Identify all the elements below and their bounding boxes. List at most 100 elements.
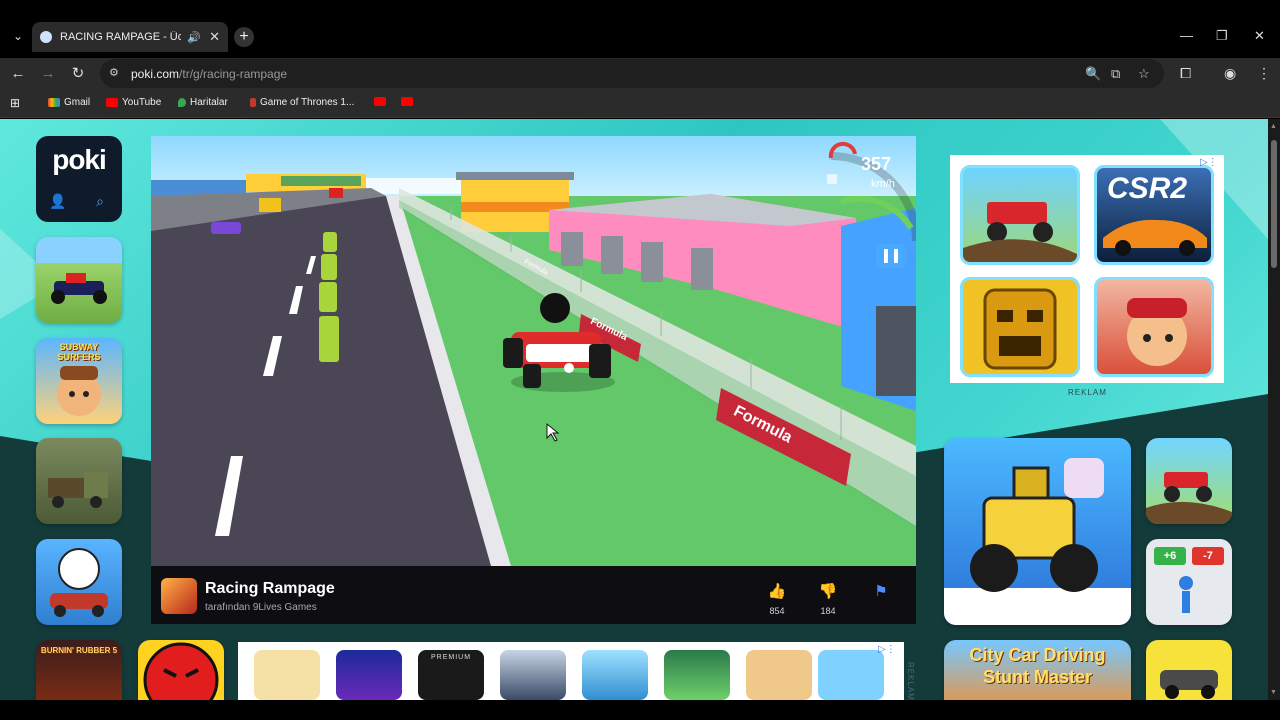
- game-thumb-monster-truck[interactable]: [944, 438, 1131, 625]
- strip-ad-tile-2[interactable]: [336, 650, 402, 700]
- new-tab-button[interactable]: +: [234, 27, 254, 47]
- strip-ad-tile-4[interactable]: [500, 650, 566, 700]
- game-thumb-subway-surfers[interactable]: SUBWAY SURFERS: [36, 338, 122, 424]
- active-tab[interactable]: RACING RAMPAGE - Ücretsiz 🔊 ✕: [32, 22, 228, 52]
- like-button[interactable]: 👍: [765, 582, 789, 602]
- maps-pin-icon: [178, 98, 186, 107]
- thumb-caption: City Car Driving Stunt Master: [969, 645, 1106, 687]
- bookmark-got[interactable]: Game of Thrones 1...: [250, 97, 354, 108]
- window-close-icon[interactable]: ✕: [1254, 28, 1265, 44]
- bookmark-gmail[interactable]: Gmail: [48, 97, 90, 108]
- minus-badge: -7: [1192, 547, 1224, 565]
- ad-hill-climb[interactable]: [960, 165, 1080, 265]
- search-icon[interactable]: ⌕: [85, 188, 115, 214]
- got-icon: [250, 98, 256, 107]
- dislike-count: 184: [820, 606, 836, 616]
- like-count: 854: [769, 606, 785, 616]
- game-thumb-rocket-soccer[interactable]: [36, 539, 122, 625]
- bookmark-youtube-3[interactable]: [401, 97, 417, 106]
- speed-unit: km/h: [871, 178, 895, 190]
- url-text: poki.com/tr/g/racing-rampage: [131, 67, 288, 81]
- game-thumb-city-car[interactable]: City Car Driving Stunt Master: [944, 640, 1131, 700]
- strip-ad-tile-8[interactable]: [818, 650, 884, 700]
- strip-ad-label: REKLAM: [906, 662, 915, 701]
- back-icon[interactable]: ←: [8, 64, 28, 84]
- gmail-icon: [48, 98, 60, 107]
- game-thumb-hill-climb[interactable]: [1146, 438, 1232, 524]
- tab-title: RACING RAMPAGE - Ücretsiz: [60, 31, 182, 43]
- strip-ad-tile-3[interactable]: PREMIUM: [418, 650, 484, 700]
- game-canvas[interactable]: 357 km/h Formula Formula Formula: [151, 136, 916, 566]
- poki-logo[interactable]: poki: [36, 144, 122, 176]
- ad-subway-surfers[interactable]: [1094, 277, 1214, 377]
- menu-dots-icon[interactable]: ⋮: [1257, 65, 1271, 82]
- minimize-icon[interactable]: —: [1180, 28, 1193, 43]
- extensions-icon[interactable]: ⧠: [1180, 65, 1191, 82]
- tab-strip: ⌄ RACING RAMPAGE - Ücretsiz 🔊 ✕ + — ❐ ✕: [0, 0, 1280, 60]
- thumb-caption: BURNIN' RUBBER 5: [40, 646, 118, 655]
- report-flag-icon[interactable]: ⚑: [869, 582, 893, 602]
- address-bar[interactable]: ⚙ poki.com/tr/g/racing-rampage 🔍 ⧉ ☆: [100, 59, 1164, 88]
- pause-button[interactable]: [876, 244, 906, 268]
- car-icon: [1160, 670, 1218, 699]
- premium-label: PREMIUM: [430, 654, 472, 661]
- game-thumb-count-masters[interactable]: +6 -7: [1146, 539, 1232, 625]
- thumb-caption: SUBWAY SURFERS: [57, 342, 101, 362]
- truck-icon: [48, 472, 108, 508]
- restore-icon[interactable]: ❐: [1216, 28, 1228, 44]
- audio-playing-icon[interactable]: 🔊: [187, 31, 201, 44]
- game-thumb-burnin-rubber[interactable]: BURNIN' RUBBER 5: [36, 640, 122, 700]
- game-thumb-f1[interactable]: [36, 237, 122, 323]
- speed-value: 357: [861, 154, 892, 174]
- ad-csr2[interactable]: CSR2: [1094, 165, 1214, 265]
- f1-car-icon: [51, 273, 107, 304]
- forward-icon[interactable]: →: [38, 64, 58, 84]
- reload-icon[interactable]: ↻: [68, 64, 88, 84]
- scroll-down-icon[interactable]: ▼: [1270, 689, 1277, 696]
- bookmark-maps[interactable]: Haritalar: [178, 97, 228, 108]
- user-icon[interactable]: 👤: [43, 188, 73, 214]
- ad-panel[interactable]: CSR2 ▷⋮: [950, 155, 1224, 383]
- youtube-icon: [374, 97, 386, 106]
- bookmark-youtube[interactable]: YouTube: [106, 97, 161, 108]
- game-author[interactable]: tarafından 9Lives Games: [205, 602, 317, 613]
- strip-ad-tile-7[interactable]: [746, 650, 812, 700]
- site-info-icon[interactable]: ⚙: [109, 66, 123, 80]
- bookmark-youtube-2[interactable]: [374, 97, 390, 106]
- youtube-icon: [106, 98, 118, 107]
- bottom-ad-strip[interactable]: PREMIUM ▷⋮ REKLAM: [238, 642, 915, 701]
- red-ball-icon: [143, 642, 219, 700]
- dislike-button[interactable]: 👎: [816, 582, 840, 602]
- strip-ad-tile-1[interactable]: [254, 650, 320, 700]
- ad-choices-icon[interactable]: ▷⋮: [1200, 157, 1218, 168]
- zoom-icon[interactable]: 🔍: [1085, 66, 1101, 82]
- install-app-icon[interactable]: ⧉: [1111, 66, 1120, 82]
- window-bottom-edge: [0, 700, 1280, 720]
- game-icon: [161, 578, 197, 614]
- poki-logo-card: poki 👤 ⌕: [36, 136, 122, 222]
- ad-choices-icon[interactable]: ▷⋮: [878, 644, 896, 655]
- profile-icon[interactable]: ◉: [1224, 65, 1236, 82]
- jeep-icon: [963, 202, 1077, 262]
- game-thumb-cargo-truck[interactable]: [36, 438, 122, 524]
- plus-badge: +6: [1154, 547, 1186, 565]
- tab-close-icon[interactable]: ✕: [209, 29, 220, 45]
- ad-temple-run[interactable]: [960, 277, 1080, 377]
- browser-toolbar: ← → ↻ ⚙ poki.com/tr/g/racing-rampage 🔍 ⧉…: [0, 58, 1280, 90]
- game-thumb-car-yellow[interactable]: [1146, 640, 1232, 700]
- scroll-up-icon[interactable]: ▲: [1270, 123, 1277, 130]
- monster-truck-icon: [944, 458, 1131, 625]
- bookmarks-bar: ⊞ Gmail YouTube Haritalar Game of Throne…: [0, 90, 1280, 118]
- car-indicator-icon: [827, 174, 837, 184]
- tab-search-chevron-icon[interactable]: ⌄: [8, 26, 28, 46]
- bookmark-star-icon[interactable]: ☆: [1138, 66, 1150, 82]
- csr2-logo: CSR2: [1107, 172, 1188, 205]
- strip-ad-tile-6[interactable]: [664, 650, 730, 700]
- jeep-icon: [1146, 472, 1232, 524]
- apps-grid-icon[interactable]: ⊞: [10, 96, 20, 110]
- game-thumb-red-ball[interactable]: [138, 640, 224, 700]
- scrollbar-thumb[interactable]: [1271, 140, 1277, 268]
- strip-ad-tile-5[interactable]: [582, 650, 648, 700]
- youtube-icon: [401, 97, 413, 106]
- tab-favicon-icon: [40, 31, 52, 43]
